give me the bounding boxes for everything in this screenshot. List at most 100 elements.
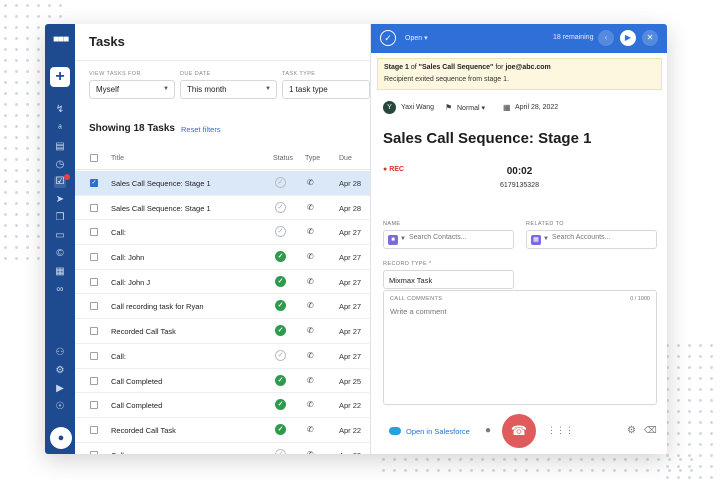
status-open-icon[interactable]: ✓	[275, 226, 286, 238]
row-checkbox[interactable]	[90, 277, 98, 286]
row-checkbox[interactable]	[90, 351, 98, 360]
status-complete-icon[interactable]: ✓	[275, 399, 286, 411]
table-row[interactable]: ✓ Sales Call Sequence: Stage 1 ✓ ✆ Apr 28	[75, 171, 370, 196]
status-complete-icon[interactable]: ✓	[275, 325, 286, 337]
task-title-cell[interactable]: Recorded Call Task	[111, 327, 176, 336]
task-title-cell[interactable]: Call: John	[111, 253, 144, 262]
task-title-cell[interactable]: Call:	[111, 451, 126, 454]
task-title-cell[interactable]: Sales Call Sequence: Stage 1	[111, 204, 211, 213]
row-checkbox[interactable]	[90, 203, 98, 212]
table-row[interactable]: Call: John ✓ ✆ Apr 27	[75, 245, 370, 270]
megaphone-icon[interactable]: ▶	[54, 383, 66, 395]
broadcast-icon[interactable]: ☉	[54, 401, 66, 413]
view-tasks-for-select[interactable]: Myself ▼	[89, 80, 175, 99]
phone-icon: ✆	[307, 350, 314, 360]
hang-up-button[interactable]: ☎	[502, 414, 536, 448]
column-title[interactable]: Title	[111, 155, 124, 162]
link-icon[interactable]: ∞	[54, 284, 66, 296]
column-type[interactable]: Type	[305, 155, 320, 162]
status-complete-icon[interactable]: ✓	[275, 300, 286, 312]
previous-task-button[interactable]: ‹	[598, 30, 614, 46]
open-in-salesforce-link[interactable]: Open in Salesforce	[406, 427, 470, 436]
status-complete-icon[interactable]: ✓	[275, 374, 286, 386]
related-to-field[interactable]: ▦ ▼	[526, 230, 657, 249]
table-row[interactable]: Call recording task for Ryan ✓ ✆ Apr 27	[75, 294, 370, 320]
priority-dropdown[interactable]: Normal ▾	[457, 104, 485, 112]
due-date[interactable]: April 28, 2022	[515, 104, 558, 111]
microphone-icon[interactable]: ●	[485, 425, 491, 436]
task-type-select[interactable]: 1 task type	[282, 80, 370, 99]
table-row[interactable]: Call Completed ✓ ✆ Apr 22	[75, 393, 370, 418]
task-title-cell[interactable]: Call Completed	[111, 377, 162, 386]
search-contacts-input[interactable]	[409, 234, 509, 241]
contact-icon: ■	[388, 235, 398, 245]
task-title-cell[interactable]: Call recording task for Ryan	[111, 302, 204, 311]
status-complete-icon[interactable]: ✓	[275, 251, 286, 263]
select-all-checkbox[interactable]	[90, 154, 98, 162]
column-status[interactable]: Status	[273, 155, 293, 162]
status-open-icon[interactable]: ✓	[275, 448, 286, 454]
status-complete-icon[interactable]: ✓	[275, 423, 286, 435]
bolt-icon[interactable]: ↯	[54, 104, 66, 116]
row-checkbox[interactable]: ✓	[90, 179, 98, 187]
table-row[interactable]: Recorded Call Task ✓ ✆ Apr 27	[75, 319, 370, 344]
clock-icon[interactable]: ◷	[54, 159, 66, 171]
select-value: This month	[187, 85, 227, 94]
copy-icon[interactable]: ❐	[54, 212, 66, 224]
record-type-value: Mixmax Task	[389, 276, 433, 285]
keypad-icon[interactable]: ⋮⋮⋮	[547, 425, 574, 436]
row-checkbox[interactable]	[90, 253, 98, 262]
table-row[interactable]: Sales Call Sequence: Stage 1 ✓ ✆ Apr 28	[75, 196, 370, 221]
task-title-cell[interactable]: Recorded Call Task	[111, 426, 176, 435]
mixmax-logo[interactable]: ■■■	[53, 34, 69, 45]
assignee[interactable]: Yaxi Wang	[401, 104, 434, 111]
row-checkbox[interactable]	[90, 376, 98, 385]
contact-card-icon[interactable]: ▭	[54, 230, 66, 242]
task-title-cell[interactable]: Call:	[111, 228, 126, 237]
close-icon[interactable]: ✕	[642, 30, 658, 46]
table-row[interactable]: Call: ✓ ✆ Apr 27	[75, 344, 370, 369]
task-title-cell[interactable]: Sales Call Sequence: Stage 1	[111, 179, 211, 188]
table-row[interactable]: Call: John J ✓ ✆ Apr 27	[75, 270, 370, 295]
table-row[interactable]: Call: ✓ ✆ Apr 27	[75, 220, 370, 246]
due-date-select[interactable]: This month ▼	[180, 80, 277, 99]
calendar-icon[interactable]: ▦	[54, 266, 66, 278]
row-checkbox[interactable]	[90, 228, 98, 237]
row-checkbox[interactable]	[90, 450, 98, 454]
dollar-icon[interactable]: ©	[54, 248, 66, 260]
team-icon[interactable]: ⚇	[54, 347, 66, 359]
table-row[interactable]: Call: ✓ ✆ Apr 22	[75, 443, 370, 454]
rocket-icon[interactable]: ➤	[54, 194, 66, 206]
status-dropdown[interactable]: Open ▾	[405, 34, 428, 42]
status-open-icon[interactable]: ✓	[275, 177, 286, 188]
chat-icon[interactable]: ●	[50, 427, 72, 449]
row-checkbox[interactable]	[90, 302, 98, 311]
row-checkbox[interactable]	[90, 327, 98, 336]
chart-icon[interactable]: ▤	[54, 141, 66, 153]
task-title-cell[interactable]: Call:	[111, 352, 126, 361]
table-row[interactable]: Call Completed ✓ ✆ Apr 25	[75, 369, 370, 394]
status-open-icon[interactable]: ✓	[275, 201, 286, 213]
complete-task-button[interactable]: ✓	[380, 30, 396, 46]
task-title-cell[interactable]: Call Completed	[111, 401, 162, 410]
column-due[interactable]: Due	[339, 155, 352, 162]
comment-textarea[interactable]	[390, 307, 650, 397]
row-checkbox[interactable]	[90, 425, 98, 434]
status-open-icon[interactable]: ✓	[275, 349, 286, 361]
call-comments-box: CALL COMMENTS 0 / 1000	[383, 290, 657, 405]
new-button[interactable]: +	[50, 67, 70, 87]
row-checkbox[interactable]	[90, 401, 98, 410]
search-accounts-input[interactable]	[552, 234, 652, 241]
settings-icon[interactable]: ⚙	[54, 365, 66, 377]
name-field[interactable]: ■ ▼	[383, 230, 514, 249]
due-date-cell: Apr 27	[339, 253, 362, 263]
status-complete-icon[interactable]: ✓	[275, 275, 286, 287]
next-task-button[interactable]: ▶	[620, 30, 636, 46]
task-title-cell[interactable]: Call: John J	[111, 278, 150, 287]
trash-icon[interactable]: ⌫	[644, 425, 657, 436]
record-type-select[interactable]: Mixmax Task	[383, 270, 514, 289]
reset-filters-link[interactable]: Reset filters	[181, 125, 221, 134]
table-row[interactable]: Recorded Call Task ✓ ✆ Apr 22	[75, 418, 370, 443]
branch-icon[interactable]: ᵃ	[54, 123, 66, 135]
gear-icon[interactable]: ⚙	[627, 425, 636, 436]
